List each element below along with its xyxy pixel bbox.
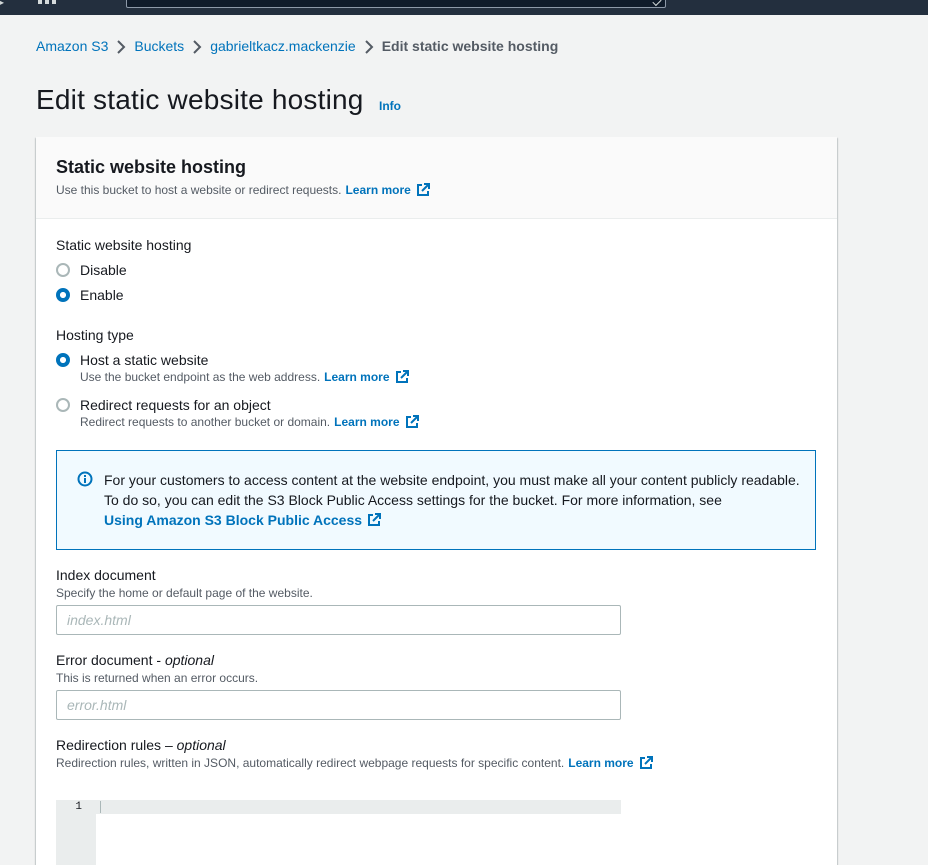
alert-message: For your customers to access content at …: [104, 470, 804, 530]
redirect-requests-description: Redirect requests to another bucket or d…: [80, 415, 419, 429]
alert-text: For your customers to access content at …: [104, 472, 800, 508]
back-caret-icon[interactable]: ▸: [0, 0, 8, 7]
error-document-label: Error document - optional: [56, 652, 214, 668]
breadcrumb-link-bucket[interactable]: gabrieltkacz.mackenzie: [210, 38, 356, 54]
error-document-input[interactable]: [56, 690, 621, 720]
line-number: 1: [75, 801, 82, 813]
external-link-icon: [416, 183, 430, 196]
breadcrumb-link-buckets[interactable]: Buckets: [134, 38, 184, 54]
block-public-access-link[interactable]: Using Amazon S3 Block Public Access: [104, 510, 382, 530]
error-document-label-text: Error document -: [56, 652, 165, 668]
redirection-rules-label: Redirection rules – optional: [56, 737, 226, 753]
external-link-icon: [368, 513, 382, 526]
radio-button-checked[interactable]: [56, 288, 70, 302]
breadcrumb: Amazon S3 Buckets gabrieltkacz.mackenzie…: [36, 37, 558, 55]
top-navigation-bar: ▸: [0, 0, 928, 15]
learn-more-link[interactable]: Learn more: [324, 370, 409, 384]
chevron-down-icon: [652, 0, 662, 7]
info-link[interactable]: Info: [379, 99, 401, 113]
panel-title: Static website hosting: [56, 157, 247, 177]
editor-active-line[interactable]: [96, 800, 621, 814]
index-document-input[interactable]: [56, 605, 621, 635]
learn-more-label: Learn more: [568, 756, 634, 770]
description-text: Redirect requests to another bucket or d…: [80, 415, 331, 429]
radio-enable[interactable]: Enable: [56, 287, 124, 303]
index-document-description: Specify the home or default page of the …: [56, 586, 313, 600]
radio-button[interactable]: [56, 398, 70, 412]
optional-tag: optional: [176, 737, 226, 753]
chevron-right-icon: [356, 38, 382, 54]
external-link-icon: [405, 415, 419, 428]
global-search-input[interactable]: [126, 0, 666, 8]
optional-tag: optional: [164, 652, 214, 668]
panel-description: Use this bucket to host a website or red…: [56, 183, 430, 197]
page-title: Edit static website hosting: [36, 84, 364, 115]
breadcrumb-current: Edit static website hosting: [381, 38, 559, 54]
static-website-hosting-panel: Static website hosting Use this bucket t…: [36, 137, 837, 865]
radio-host-static-website[interactable]: Host a static website: [56, 352, 208, 368]
learn-more-link[interactable]: Learn more: [568, 756, 653, 770]
index-document-label: Index document: [56, 567, 156, 583]
chevron-right-icon: [108, 38, 134, 54]
hosting-type-label: Hosting type: [56, 327, 134, 343]
redirection-rules-label-text: Redirection rules –: [56, 737, 177, 753]
radio-disable[interactable]: Disable: [56, 262, 127, 278]
alert-link-label: Using Amazon S3 Block Public Access: [104, 512, 363, 528]
learn-more-link[interactable]: Learn more: [345, 183, 430, 197]
info-alert: For your customers to access content at …: [56, 450, 816, 550]
description-text: Use the bucket endpoint as the web addre…: [80, 370, 321, 384]
editor-caret: [100, 801, 101, 813]
host-static-website-description: Use the bucket endpoint as the web addre…: [80, 370, 409, 384]
services-menu-icon[interactable]: [36, 0, 58, 6]
editor-gutter: 1: [56, 800, 96, 865]
external-link-icon: [639, 756, 653, 769]
learn-more-link[interactable]: Learn more: [334, 415, 419, 429]
radio-button-checked[interactable]: [56, 353, 70, 367]
learn-more-label: Learn more: [324, 370, 390, 384]
radio-label: Disable: [80, 262, 127, 278]
description-text: Redirection rules, written in JSON, auto…: [56, 756, 565, 770]
info-circle-icon: [77, 471, 93, 487]
panel-description-text: Use this bucket to host a website or red…: [56, 183, 342, 197]
radio-redirect-requests[interactable]: Redirect requests for an object: [56, 397, 271, 413]
radio-label: Redirect requests for an object: [80, 397, 271, 413]
panel-header: Static website hosting Use this bucket t…: [36, 137, 837, 219]
redirection-rules-editor[interactable]: 1: [56, 800, 621, 865]
error-document-description: This is returned when an error occurs.: [56, 671, 259, 685]
redirection-rules-description: Redirection rules, written in JSON, auto…: [56, 756, 653, 770]
learn-more-label: Learn more: [334, 415, 400, 429]
hosting-toggle-label: Static website hosting: [56, 237, 192, 253]
external-link-icon: [395, 370, 409, 383]
radio-label: Enable: [80, 287, 124, 303]
learn-more-label: Learn more: [345, 183, 411, 197]
chevron-right-icon: [184, 38, 210, 54]
radio-label: Host a static website: [80, 352, 209, 368]
radio-button[interactable]: [56, 263, 70, 277]
breadcrumb-link-amazon-s3[interactable]: Amazon S3: [36, 38, 108, 54]
